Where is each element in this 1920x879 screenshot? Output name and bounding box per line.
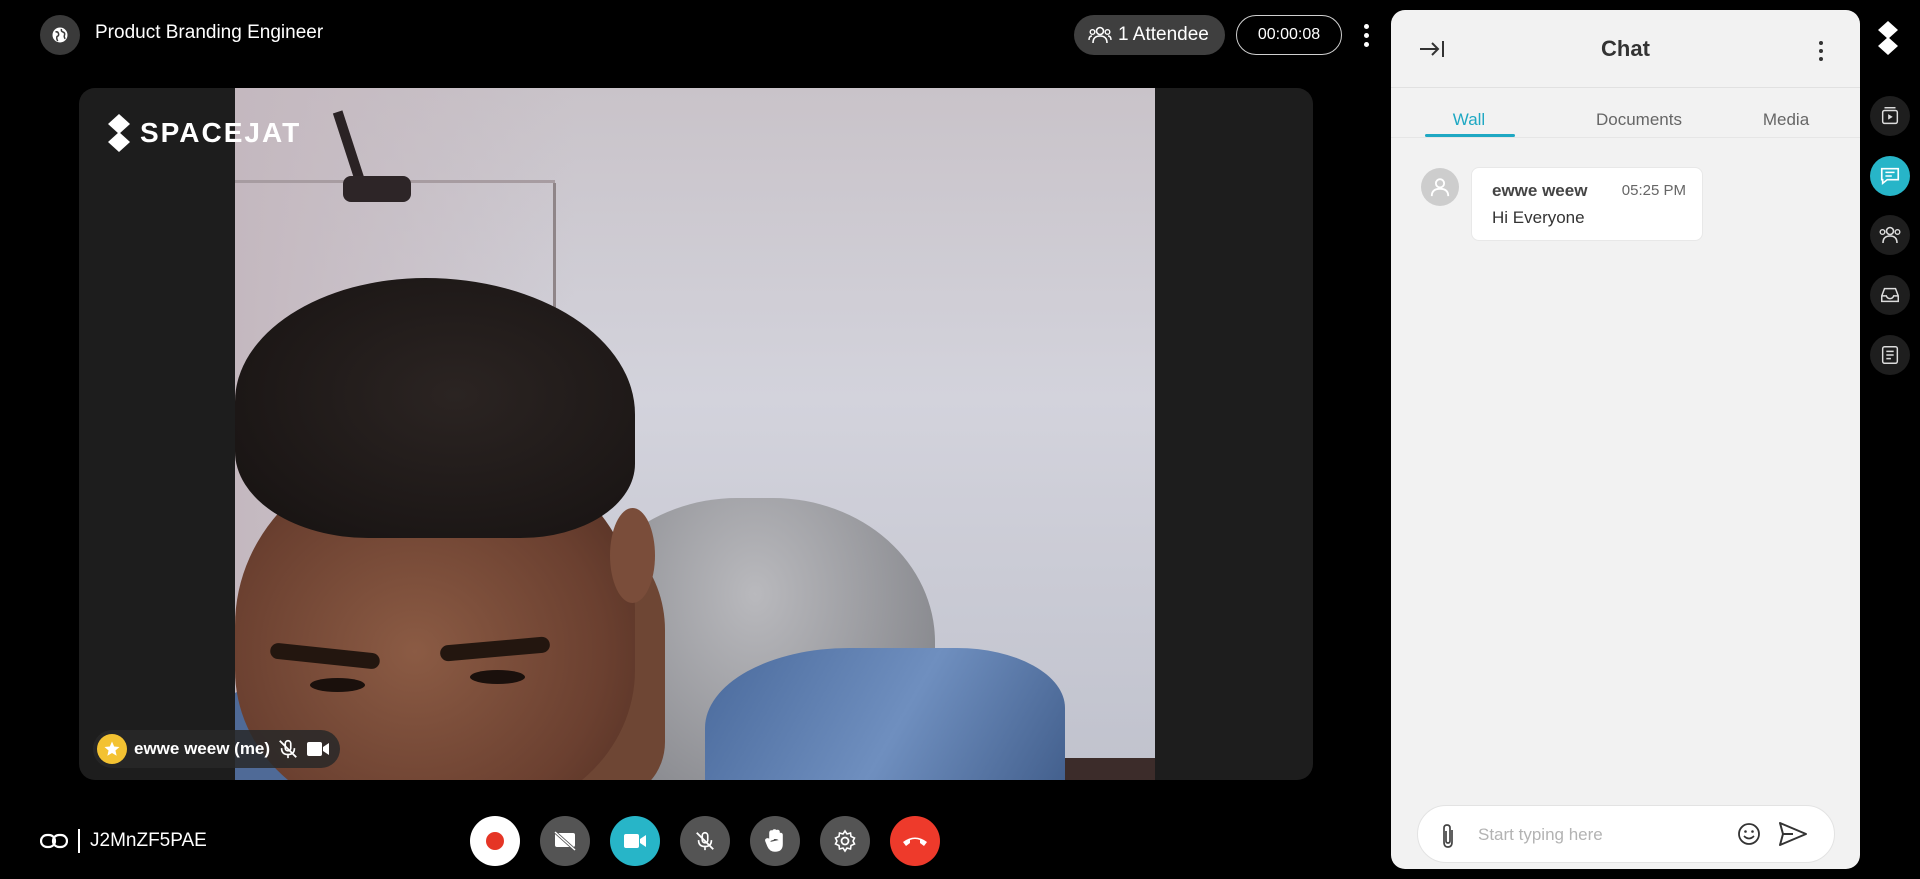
tab-documents[interactable]: Documents <box>1569 110 1709 130</box>
room-link[interactable]: J2MnZF5PAE <box>40 826 207 856</box>
notes-icon[interactable] <box>1870 335 1910 375</box>
globe-icon[interactable] <box>40 15 80 55</box>
message-composer <box>1417 805 1835 863</box>
inbox-icon[interactable] <box>1870 275 1910 315</box>
avatar[interactable] <box>1421 168 1459 206</box>
raise-hand-icon <box>765 829 783 852</box>
tab-media[interactable]: Media <box>1746 110 1826 130</box>
settings-icon <box>834 829 856 853</box>
tab-wall[interactable]: Wall <box>1425 110 1513 130</box>
top-bar: Product Branding Engineer 1 Attendee 00:… <box>0 0 1390 68</box>
video-stage: SPACEJAT ewwe weew (me) <box>79 88 1313 780</box>
room-code: J2MnZF5PAE <box>90 830 207 851</box>
spacejat-logo-icon <box>1875 20 1901 61</box>
mic-off-icon <box>279 739 297 759</box>
chat-panel: Chat Wall Documents Media ewwe weew 05:2… <box>1391 10 1860 869</box>
record-icon <box>486 832 504 850</box>
send-icon[interactable] <box>1778 821 1808 847</box>
message-input[interactable] <box>1478 818 1718 852</box>
message-author: ewwe weew <box>1492 181 1588 200</box>
message-text: Hi Everyone <box>1492 208 1585 227</box>
more-options-icon[interactable] <box>1356 18 1376 52</box>
call-controls <box>470 816 940 866</box>
screen-share-off-icon <box>553 830 577 852</box>
participants-icon[interactable] <box>1870 215 1910 255</box>
participant-name: ewwe weew (me) <box>134 739 271 758</box>
camera-icon <box>624 834 646 848</box>
paperclip-icon[interactable] <box>1440 822 1456 850</box>
video-camera-icon <box>307 742 330 756</box>
attendee-count-label: 1 Attendee <box>1118 24 1209 45</box>
chat-message: ewwe weew 05:25 PM Hi Everyone <box>1471 167 1703 241</box>
participants-icon <box>1088 26 1112 44</box>
participant-video <box>235 88 1155 780</box>
playlist-icon[interactable] <box>1870 96 1910 136</box>
right-rail <box>1860 0 1920 879</box>
divider <box>78 829 80 853</box>
tabs-divider <box>1391 137 1860 138</box>
meeting-title: Product Branding Engineer <box>95 22 324 43</box>
brand-name: SPACEJAT <box>140 117 302 148</box>
participant-name-tag: ewwe weew (me) <box>93 730 341 768</box>
star-icon <box>97 734 127 764</box>
emoji-icon[interactable] <box>1736 821 1762 847</box>
settings-button[interactable] <box>820 816 870 866</box>
end-call-button[interactable] <box>890 816 940 866</box>
spacejat-logo-icon <box>108 114 130 152</box>
chat-more-icon[interactable] <box>1811 36 1831 66</box>
record-button[interactable] <box>470 816 520 866</box>
chat-icon[interactable] <box>1870 156 1910 196</box>
mic-off-icon <box>696 831 714 851</box>
end-call-icon <box>903 837 927 846</box>
message-timestamp: 05:25 PM <box>1621 182 1686 199</box>
screen-share-button[interactable] <box>540 816 590 866</box>
meeting-timer: 00:00:08 <box>1236 15 1342 55</box>
user-icon <box>1430 178 1450 197</box>
chat-header: Chat <box>1391 10 1860 88</box>
link-icon[interactable] <box>40 833 68 849</box>
raise-hand-button[interactable] <box>750 816 800 866</box>
camera-toggle-button[interactable] <box>610 816 660 866</box>
brand-logo: SPACEJAT <box>106 112 301 154</box>
attendee-count-button[interactable]: 1 Attendee <box>1074 15 1225 55</box>
mic-toggle-button[interactable] <box>680 816 730 866</box>
chat-title: Chat <box>1601 36 1650 61</box>
